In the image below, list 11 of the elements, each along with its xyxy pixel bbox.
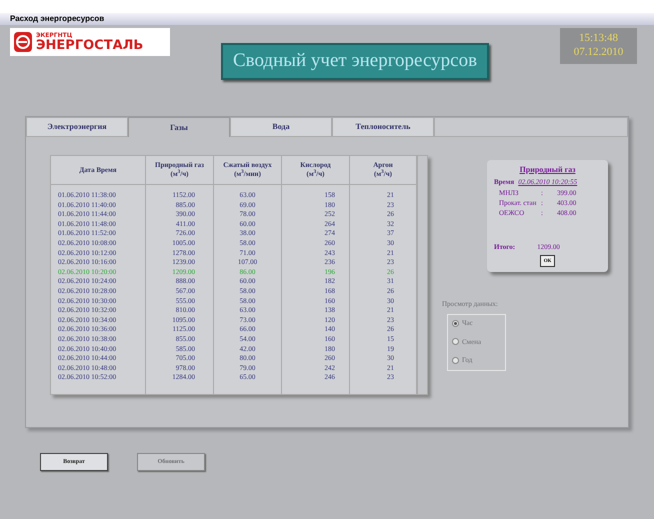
window-title: Расход энергоресурсов <box>10 15 104 23</box>
tab[interactable]: Вода <box>230 117 332 137</box>
tab[interactable]: Теплоноситель <box>332 117 434 137</box>
tab[interactable]: Газы <box>128 117 230 137</box>
detail-title: Природный газ <box>520 164 576 176</box>
logo-icon <box>13 31 33 53</box>
clock-date: 07.12.2010 <box>574 46 624 60</box>
clock-time: 15:13:48 <box>578 32 618 46</box>
page-title: Сводный учет энергоресурсов <box>220 43 490 80</box>
logo-text: ЭНЕРГОСТАЛЬ <box>36 38 144 52</box>
tab[interactable]: Электроэнергия <box>26 117 128 137</box>
